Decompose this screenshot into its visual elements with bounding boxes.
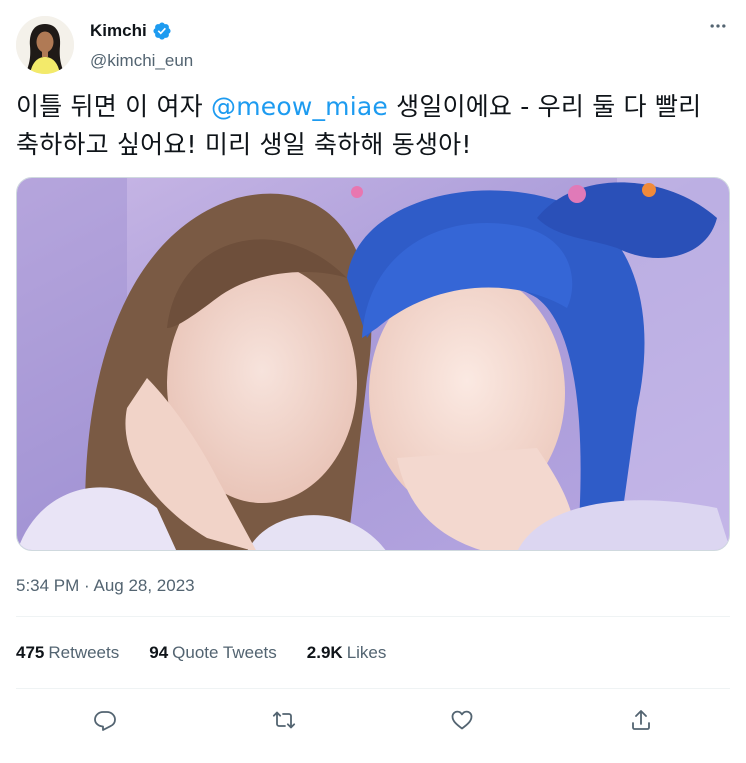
tweet-stats: 475 Retweets 94 Quote Tweets 2.9K Likes [16,643,386,663]
retweet-icon [272,711,295,729]
verified-badge-icon [152,21,172,41]
tweet-text: 이틀 뒤면 이 여자 @meow_miae 생일이에요 - 우리 둘 다 빨리 … [16,88,732,164]
reply-button[interactable] [85,700,125,740]
quote-tweets-label: Quote Tweets [172,643,277,662]
likes-stat[interactable]: 2.9K Likes [307,643,387,663]
divider [16,688,730,689]
divider [16,616,730,617]
avatar[interactable] [16,16,74,74]
tweet-actions [16,700,730,740]
retweet-button[interactable] [264,700,304,740]
photo-two-women-icon [17,178,729,550]
display-name[interactable]: Kimchi [90,21,147,41]
like-icon [451,710,473,730]
retweets-stat[interactable]: 475 Retweets [16,643,119,663]
author-name-row: Kimchi [90,21,172,41]
share-icon [631,710,650,730]
share-button[interactable] [621,700,661,740]
woman-avatar-icon [16,16,74,74]
quote-tweets-count: 94 [149,643,169,662]
tweet: Kimchi @kimchi_eun 이틀 뒤면 이 여자 @meow_miae… [0,0,746,763]
like-button[interactable] [442,700,482,740]
reply-icon [94,711,117,731]
mention-link[interactable]: @meow_miae [211,92,388,121]
tweet-photo[interactable] [16,177,730,551]
likes-label: Likes [346,643,387,662]
likes-count: 2.9K [306,643,343,662]
quote-tweets-stat[interactable]: 94 Quote Tweets [149,643,277,663]
retweets-count: 475 [16,643,45,662]
more-options-icon[interactable] [706,14,730,38]
tweet-text-part: 이틀 뒤면 이 여자 [16,92,211,121]
retweets-label: Retweets [48,643,120,662]
author-handle[interactable]: @kimchi_eun [90,51,193,71]
tweet-timestamp[interactable]: 5:34 PM · Aug 28, 2023 [16,576,195,596]
